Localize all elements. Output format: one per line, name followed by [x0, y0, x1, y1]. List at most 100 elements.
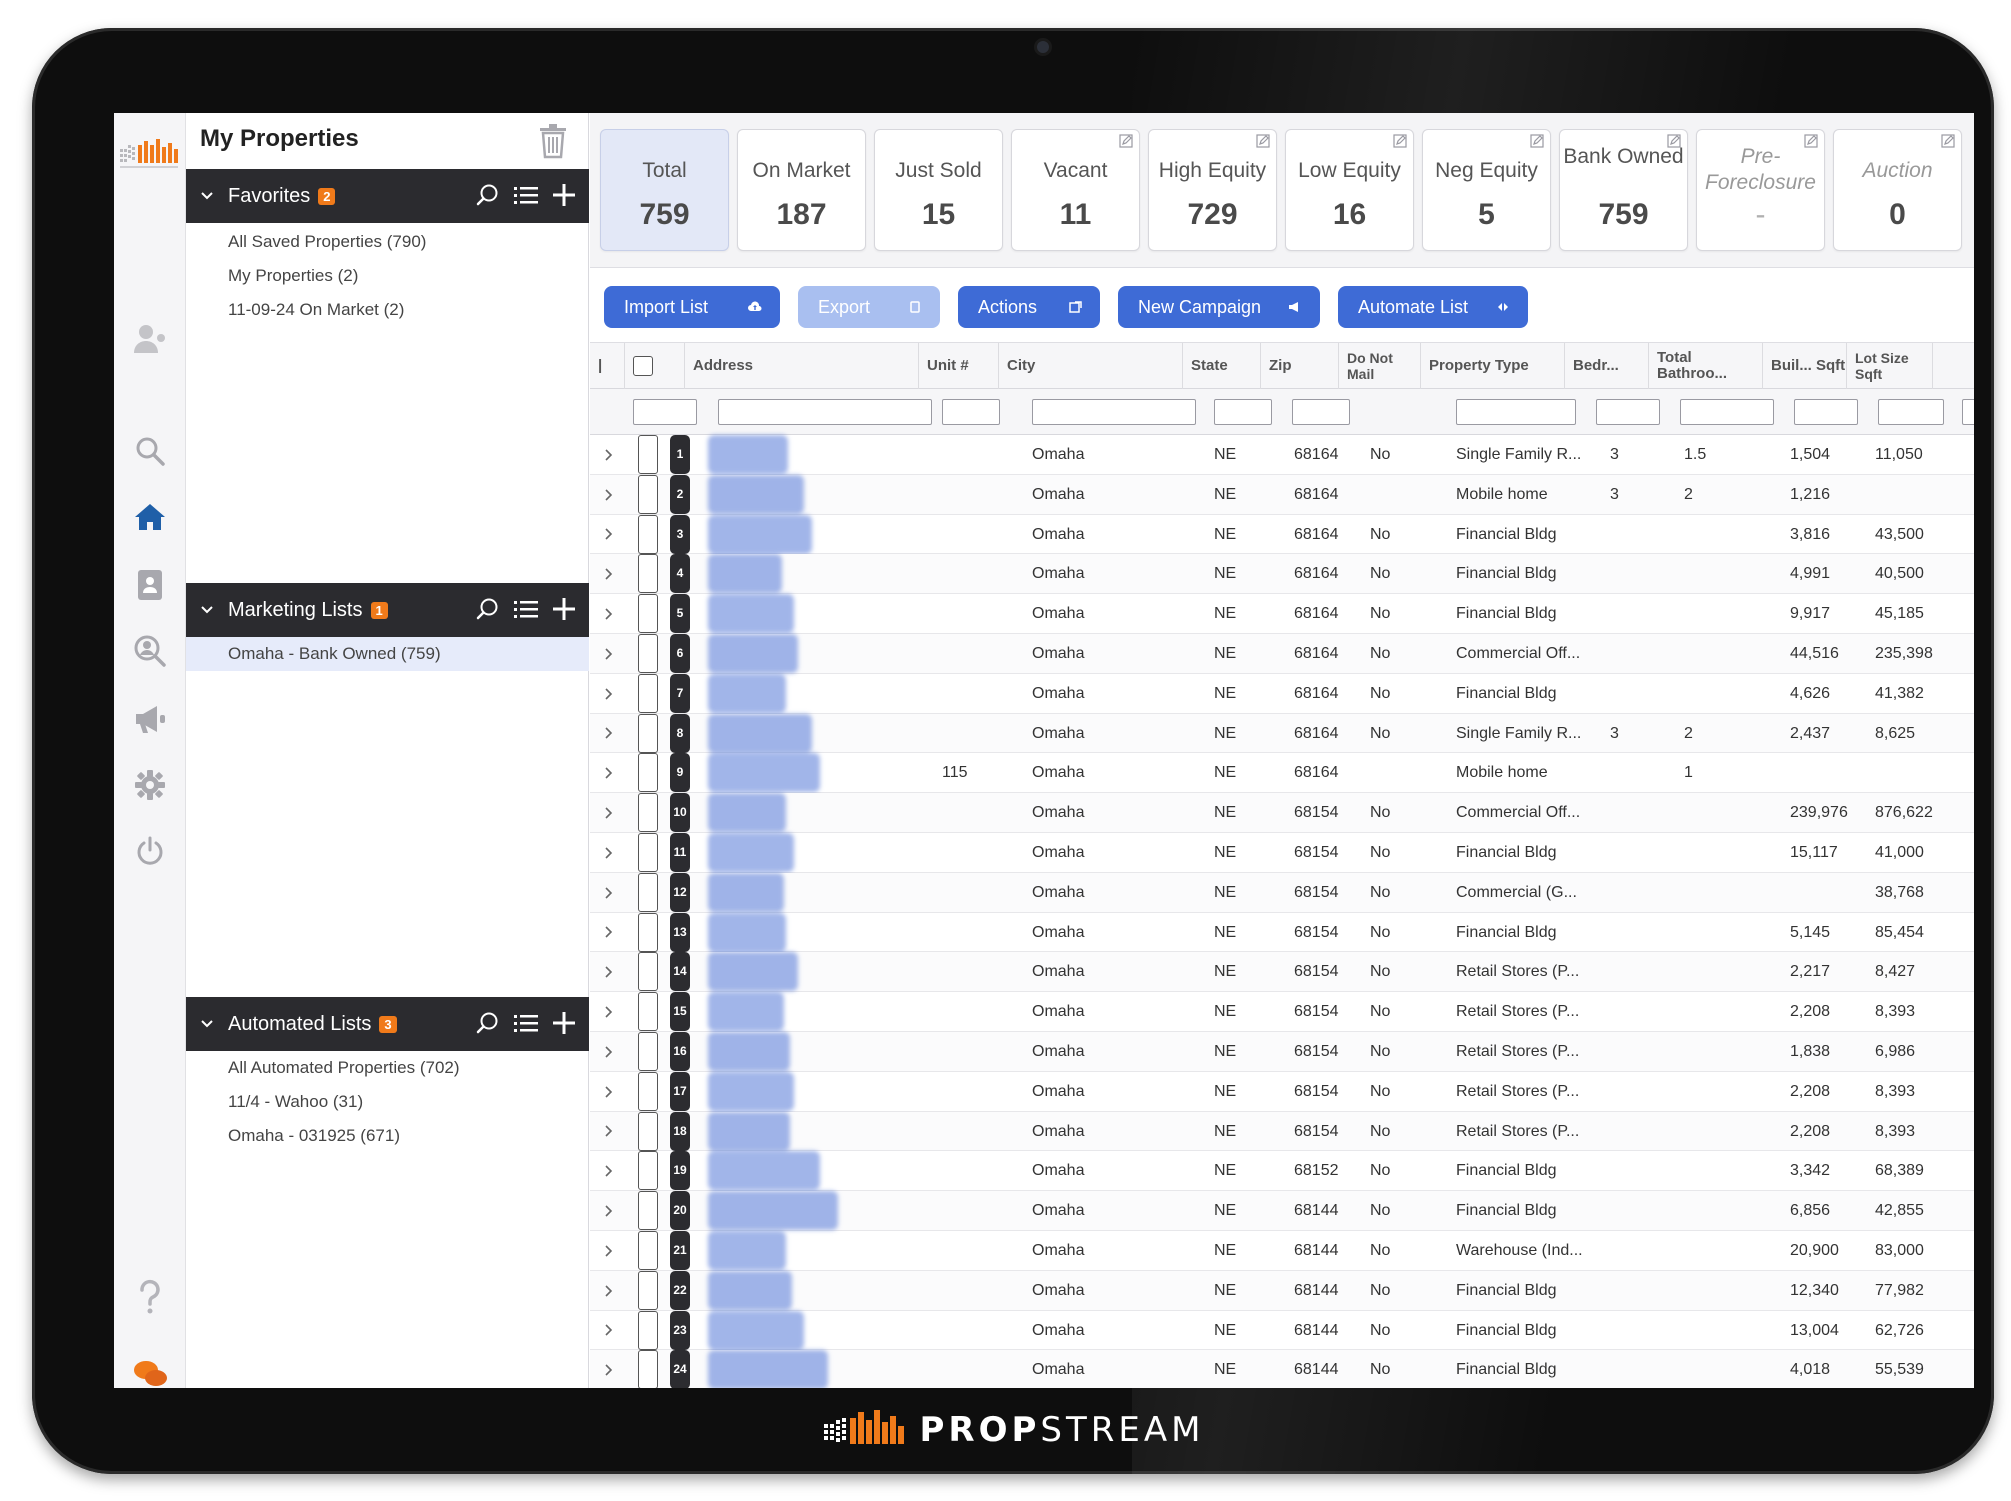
filter-bedrooms[interactable]: [1596, 399, 1660, 425]
table-row[interactable]: 11 Omaha NE 68154 No Financial Bldg 15,117 41,0…: [590, 832, 1974, 873]
expand-row-icon[interactable]: [604, 515, 614, 554]
header-zip[interactable]: Zip: [1260, 343, 1338, 389]
actions-button[interactable]: Actions: [958, 286, 1100, 328]
filter-building-sqft[interactable]: [1794, 399, 1858, 425]
filter-address[interactable]: [718, 399, 932, 425]
megaphone-icon[interactable]: [132, 701, 168, 737]
home-icon[interactable]: [132, 499, 168, 535]
row-checkbox[interactable]: [638, 633, 658, 673]
row-checkbox[interactable]: [638, 1191, 658, 1231]
row-checkbox[interactable]: [638, 1270, 658, 1310]
table-row[interactable]: 18 Omaha NE 68154 No Retail Stores (P... 2,208…: [590, 1111, 1974, 1152]
expand-row-icon[interactable]: [604, 952, 614, 991]
automate-list-button[interactable]: Automate List: [1338, 286, 1528, 328]
address-link-redacted[interactable]: [708, 1191, 838, 1231]
address-link-redacted[interactable]: [708, 435, 788, 474]
address-link-redacted[interactable]: [708, 594, 794, 634]
user-search-icon[interactable]: [132, 633, 168, 669]
filter-select[interactable]: [633, 399, 697, 425]
address-link-redacted[interactable]: [708, 1071, 794, 1111]
trash-icon[interactable]: [538, 123, 568, 159]
header-state[interactable]: State: [1182, 343, 1260, 389]
expand-row-icon[interactable]: [604, 475, 614, 514]
row-checkbox[interactable]: [638, 793, 658, 833]
table-row[interactable]: 14 Omaha NE 68154 No Retail Stores (P... 2,217…: [590, 952, 1974, 993]
add-icon[interactable]: [551, 182, 577, 208]
select-all-checkbox[interactable]: [633, 356, 653, 376]
import-list-button[interactable]: Import List: [604, 286, 780, 328]
expand-row-icon[interactable]: [604, 435, 614, 474]
list-item[interactable]: My Properties (2): [186, 259, 589, 293]
address-link-redacted[interactable]: [708, 1310, 804, 1350]
address-link-redacted[interactable]: [708, 992, 784, 1032]
row-checkbox[interactable]: [638, 952, 658, 992]
row-checkbox[interactable]: [638, 673, 658, 713]
table-row[interactable]: 9 115 Omaha NE 68164 Mobile home 1: [590, 753, 1974, 794]
filter-bathrooms[interactable]: [1680, 399, 1774, 425]
expand-row-icon[interactable]: [604, 1072, 614, 1111]
expand-row-icon[interactable]: [604, 594, 614, 633]
summary-card[interactable]: On Market 187: [737, 129, 866, 251]
search-list-icon[interactable]: [475, 1010, 501, 1036]
summary-card[interactable]: High Equity 729: [1148, 129, 1277, 251]
help-icon[interactable]: [132, 1279, 168, 1315]
section-marketing-lists[interactable]: Marketing Lists 1: [186, 583, 589, 637]
row-checkbox[interactable]: [638, 992, 658, 1032]
header-unit[interactable]: Unit #: [918, 343, 998, 389]
expand-row-icon[interactable]: [604, 714, 614, 753]
filter-city[interactable]: [1032, 399, 1196, 425]
list-item[interactable]: All Automated Properties (702): [186, 1051, 589, 1085]
address-link-redacted[interactable]: [708, 1151, 820, 1191]
row-checkbox[interactable]: [638, 474, 658, 514]
list-item[interactable]: 11/4 - Wahoo (31): [186, 1085, 589, 1119]
address-link-redacted[interactable]: [708, 713, 812, 753]
expand-row-icon[interactable]: [604, 1191, 614, 1230]
table-row[interactable]: 19 Omaha NE 68152 No Financial Bldg 3,342 68,38…: [590, 1151, 1974, 1192]
add-icon[interactable]: [551, 596, 577, 622]
search-list-icon[interactable]: [475, 182, 501, 208]
table-row[interactable]: 1 Omaha NE 68164 No Single Family R... 3 1.5 1,5…: [590, 435, 1974, 475]
table-row[interactable]: 17 Omaha NE 68154 No Retail Stores (P... 2,208…: [590, 1071, 1974, 1112]
summary-card[interactable]: Neg Equity 5: [1422, 129, 1551, 251]
address-link-redacted[interactable]: [708, 554, 782, 594]
expand-row-icon[interactable]: [604, 1032, 614, 1071]
table-row[interactable]: 7 Omaha NE 68164 No Financial Bldg 4,626 41,382: [590, 673, 1974, 714]
table-row[interactable]: 23 Omaha NE 68144 No Financial Bldg 13,004 62,7…: [590, 1310, 1974, 1351]
header-lot-size[interactable]: Lot Size Sqft: [1846, 343, 1932, 389]
list-view-icon[interactable]: [513, 182, 539, 208]
drag-handle-column[interactable]: |: [590, 343, 624, 389]
row-checkbox[interactable]: [638, 514, 658, 554]
expand-row-icon[interactable]: [604, 992, 614, 1031]
summary-card[interactable]: Low Equity 16: [1285, 129, 1414, 251]
edit-icon[interactable]: [1941, 134, 1955, 148]
row-checkbox[interactable]: [638, 594, 658, 634]
table-row[interactable]: 6 Omaha NE 68164 No Commercial Off... 44,516 23…: [590, 633, 1974, 674]
expand-row-icon[interactable]: [604, 634, 614, 673]
address-link-redacted[interactable]: [708, 1350, 828, 1388]
section-favorites[interactable]: Favorites 2: [186, 169, 589, 223]
table-row[interactable]: 12 Omaha NE 68154 No Commercial (G... 38,768: [590, 872, 1974, 913]
expand-row-icon[interactable]: [604, 1112, 614, 1151]
filter-property-type[interactable]: [1456, 399, 1576, 425]
gear-icon[interactable]: [132, 767, 168, 803]
list-item[interactable]: All Saved Properties (790): [186, 225, 589, 259]
row-checkbox[interactable]: [638, 1230, 658, 1270]
expand-row-icon[interactable]: [604, 1271, 614, 1310]
list-view-icon[interactable]: [513, 596, 539, 622]
filter-zip[interactable]: [1292, 399, 1350, 425]
chat-icon[interactable]: [132, 1355, 168, 1388]
list-view-icon[interactable]: [513, 1010, 539, 1036]
summary-card[interactable]: Vacant 11: [1011, 129, 1140, 251]
propstream-logo-icon[interactable]: [118, 135, 182, 175]
expand-row-icon[interactable]: [604, 833, 614, 872]
address-link-redacted[interactable]: [708, 1031, 790, 1071]
expand-row-icon[interactable]: [604, 793, 614, 832]
search-list-icon[interactable]: [475, 596, 501, 622]
add-icon[interactable]: [551, 1010, 577, 1036]
table-row[interactable]: 5 Omaha NE 68164 No Financial Bldg 9,917 45,185: [590, 594, 1974, 634]
edit-icon[interactable]: [1256, 134, 1270, 148]
header-more[interactable]: [1932, 343, 1974, 389]
row-checkbox[interactable]: [638, 1071, 658, 1111]
table-row[interactable]: 15 Omaha NE 68154 No Retail Stores (P... 2,208…: [590, 992, 1974, 1032]
table-row[interactable]: 22 Omaha NE 68144 No Financial Bldg 12,340 77,9…: [590, 1270, 1974, 1311]
